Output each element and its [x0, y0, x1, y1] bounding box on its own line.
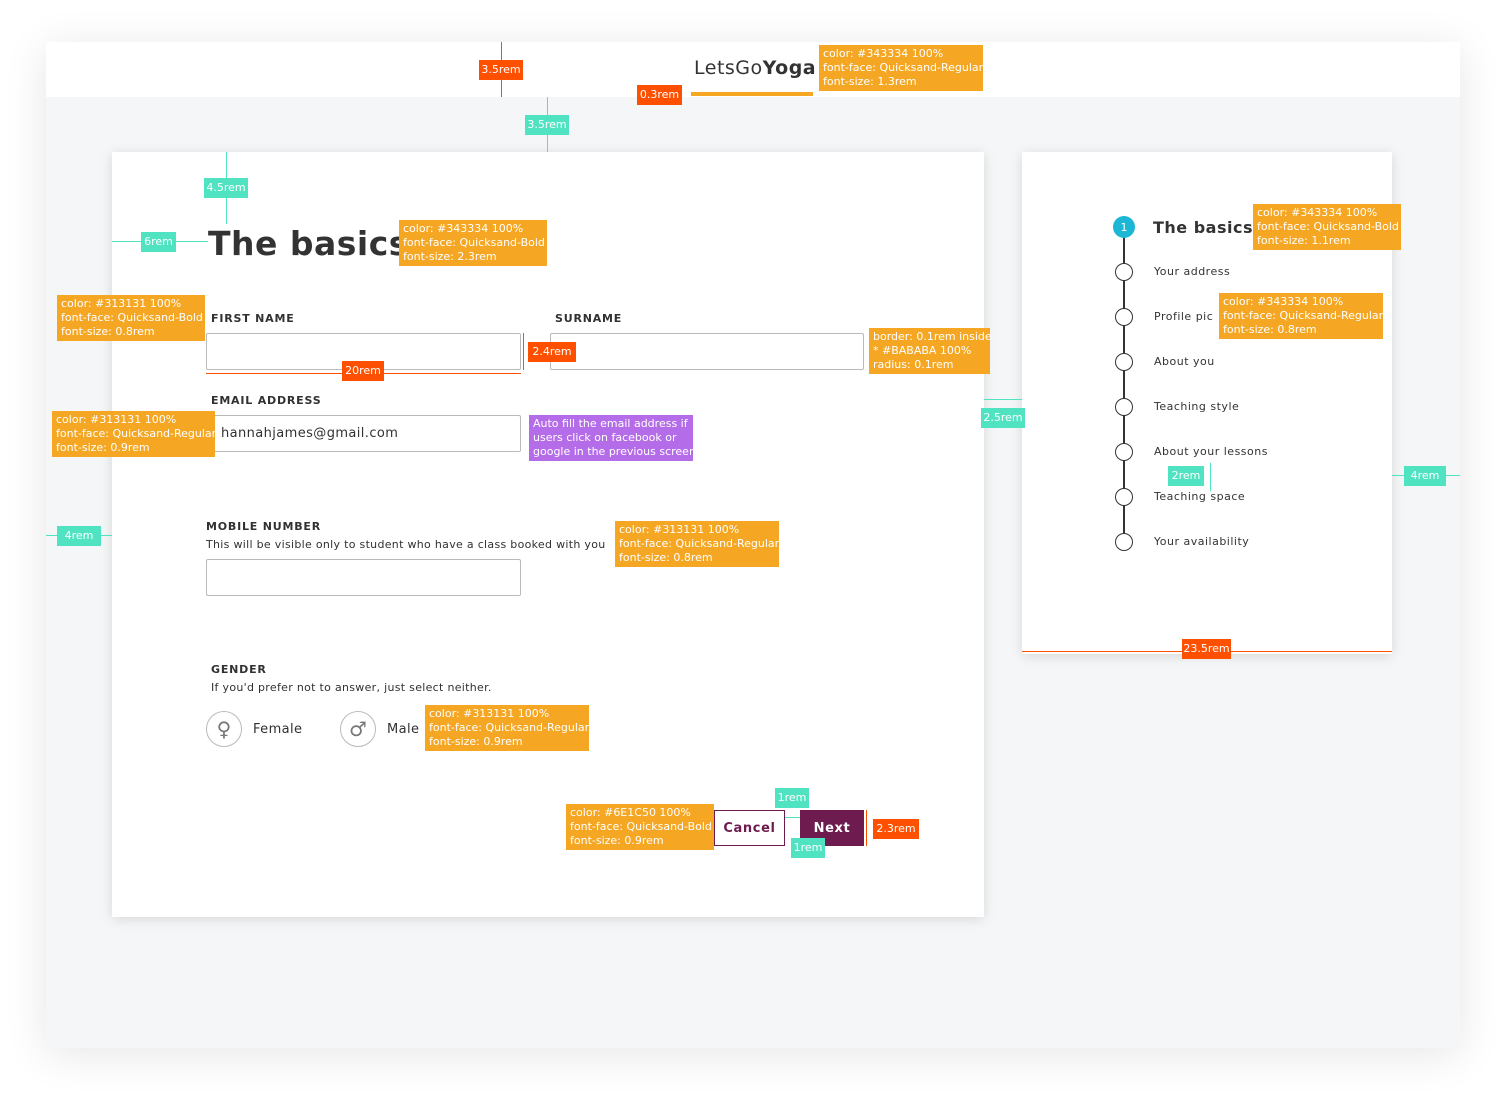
email-label: EMAIL ADDRESS — [211, 394, 322, 407]
spec-tag-label: color: #313131 100% font-face: Quicksand-… — [57, 295, 205, 341]
female-icon: ♀ — [206, 711, 242, 747]
step-item-teaching-space[interactable]: Teaching space — [1154, 490, 1245, 503]
step-dot — [1115, 263, 1133, 281]
form-card — [112, 152, 984, 917]
cancel-button[interactable]: Cancel — [714, 810, 785, 846]
measure-tag: 2rem — [1168, 466, 1204, 486]
measure-tag: 4rem — [57, 526, 101, 546]
step-dot — [1115, 443, 1133, 461]
logo[interactable]: LetsGoYoga — [694, 57, 816, 79]
step-dot — [1115, 353, 1133, 371]
step-dot — [1115, 308, 1133, 326]
mobile-input[interactable] — [206, 559, 521, 596]
step-item-profile-pic[interactable]: Profile pic — [1154, 310, 1213, 323]
spec-tag-gender: color: #313131 100% font-face: Quicksand-… — [425, 705, 589, 751]
measure-tag: 4.5rem — [204, 178, 248, 198]
male-icon: ♂ — [340, 711, 376, 747]
measure-tag: 3.5rem — [479, 60, 523, 80]
measure-tag: 2.5rem — [981, 408, 1025, 428]
step-active-indicator: 1 — [1113, 216, 1135, 238]
spec-tag-title: color: #343334 100% font-face: Quicksand-… — [399, 220, 547, 266]
step-item-the-basics[interactable]: The basics — [1153, 218, 1253, 237]
step-item-teaching-style[interactable]: Teaching style — [1154, 400, 1239, 413]
logo-suffix: Yoga — [762, 57, 817, 79]
gender-option-female[interactable]: ♀ Female — [206, 711, 302, 747]
logo-prefix: LetsGo — [694, 57, 763, 79]
spec-tag-input-border: border: 0.1rem inside * #BABABA 100% radi… — [869, 328, 992, 374]
spec-tag-step-title: color: #343334 100% font-face: Quicksand-… — [1253, 204, 1401, 250]
mobile-label: MOBILE NUMBER — [206, 520, 321, 533]
measure-tag: 1rem — [791, 838, 825, 858]
mobile-help-text: This will be visible only to student who… — [206, 538, 606, 551]
measure-tag: 2.3rem — [873, 819, 919, 839]
spec-tag-button: color: #6E1C50 100% font-face: Quicksand-… — [566, 804, 714, 850]
female-label: Female — [253, 721, 303, 737]
measure-tag: 6rem — [141, 232, 176, 252]
surname-label: SURNAME — [555, 312, 623, 325]
step-item-your-address[interactable]: Your address — [1154, 265, 1230, 278]
measure-tag: 1rem — [775, 788, 809, 808]
measure-tag: 2.4rem — [528, 342, 576, 362]
spec-tag-step-item: color: #343334 100% font-face: Quicksand-… — [1219, 293, 1383, 339]
step-item-about-your-lessons[interactable]: About your lessons — [1154, 445, 1268, 458]
spec-tag-help-text: color: #313131 100% font-face: Quicksand-… — [615, 521, 779, 567]
measure-tag: 0.3rem — [637, 85, 682, 105]
surname-input[interactable] — [550, 333, 864, 370]
measure-line — [523, 333, 524, 370]
measure-tag: 20rem — [342, 361, 384, 381]
step-item-your-availability[interactable]: Your availability — [1154, 535, 1249, 548]
step-dot — [1115, 398, 1133, 416]
step-dot — [1115, 488, 1133, 506]
page-title: The basics — [208, 224, 409, 263]
measure-line — [984, 399, 1022, 400]
email-input[interactable] — [206, 415, 521, 452]
measure-line — [866, 810, 867, 846]
gender-help-text: If you'd prefer not to answer, just sele… — [211, 681, 492, 694]
gender-option-male[interactable]: ♂ Male — [340, 711, 419, 747]
step-item-about-you[interactable]: About you — [1154, 355, 1215, 368]
measure-tag: 23.5rem — [1182, 639, 1231, 659]
logo-underline — [691, 92, 813, 96]
step-dot — [1115, 533, 1133, 551]
first-name-label: FIRST NAME — [211, 312, 295, 325]
measure-tag: 4rem — [1404, 466, 1446, 486]
spec-tag-logo: color: #343334 100% font-face: Quicksand-… — [819, 45, 983, 91]
spec-tag-input-text: color: #313131 100% font-face: Quicksand-… — [52, 411, 216, 457]
gender-label: GENDER — [211, 663, 267, 676]
measure-line — [1210, 463, 1211, 491]
measure-line — [785, 817, 800, 818]
autofill-note: Auto fill the email address if users clic… — [529, 415, 699, 461]
male-label: Male — [387, 721, 420, 737]
measure-tag: 3.5rem — [525, 115, 569, 135]
